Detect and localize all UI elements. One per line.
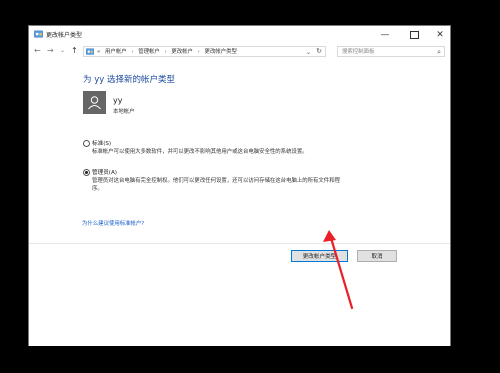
window-title: 更改帐户类型 bbox=[46, 32, 83, 39]
user-account-type: 本地帐户 bbox=[113, 109, 135, 115]
change-account-type-window: 更改帐户类型 — ✕ ← → ⌄ ↑ « 用户帐户 › 管理帐户 › 更改帐户 … bbox=[28, 25, 451, 346]
breadcrumb-item-user-accounts[interactable]: 用户帐户 bbox=[105, 49, 127, 55]
why-standard-account-link[interactable]: 为什么建议使用标准帐户? bbox=[82, 219, 144, 227]
minimize-icon: — bbox=[380, 30, 390, 40]
administrator-radio[interactable] bbox=[83, 169, 90, 176]
breadcrumb-item-change-account[interactable]: 更改帐户 bbox=[171, 49, 193, 55]
search-input[interactable]: 搜索控制面板 ⌕ bbox=[337, 46, 445, 57]
standard-radio[interactable] bbox=[83, 140, 90, 147]
control-panel-icon bbox=[34, 30, 43, 38]
refresh-icon[interactable]: ↻ bbox=[316, 47, 322, 56]
cancel-button[interactable]: 取消 bbox=[357, 250, 397, 262]
administrator-option-description: 管理员对这台电脑有完全控制权。他们可以更改任何设置，还可以访问存储在这台电脑上的… bbox=[92, 178, 340, 184]
main-content: 为 yy 选择新的帐户类型 yy 本地帐户 标准(S) 标准帐户可以使用大多数软… bbox=[29, 59, 450, 346]
breadcrumb-separator: › bbox=[131, 49, 134, 55]
address-field[interactable]: « 用户帐户 › 管理帐户 › 更改帐户 › 更改帐户类型 ⌄ ↻ bbox=[83, 46, 326, 57]
recent-locations-button[interactable]: ⌄ bbox=[60, 47, 65, 55]
avatar bbox=[83, 91, 106, 114]
change-account-type-button[interactable]: 更改帐户类型 bbox=[291, 250, 348, 262]
breadcrumb-item-change-account-type[interactable]: 更改帐户类型 bbox=[205, 49, 237, 55]
user-name: yy bbox=[113, 96, 123, 105]
maximize-icon bbox=[409, 31, 419, 39]
standard-option-description: 标准帐户可以使用大多数软件，并可以更改不影响其他用户或这台电脑安全性的系统设置。 bbox=[92, 149, 308, 155]
administrator-option-description-continued: 序。 bbox=[92, 186, 103, 192]
breadcrumb-separator: › bbox=[164, 49, 167, 55]
breadcrumb-separator: › bbox=[197, 49, 200, 55]
breadcrumb-overflow[interactable]: « bbox=[97, 49, 100, 55]
close-icon: ✕ bbox=[436, 30, 444, 40]
control-panel-icon bbox=[86, 48, 94, 55]
standard-option-label[interactable]: 标准(S) bbox=[92, 139, 111, 147]
search-placeholder: 搜索控制面板 bbox=[342, 49, 375, 55]
up-button[interactable]: ↑ bbox=[71, 47, 78, 55]
user-icon bbox=[88, 96, 101, 110]
maximize-button[interactable] bbox=[401, 26, 427, 44]
address-bar: ← → ⌄ ↑ « 用户帐户 › 管理帐户 › 更改帐户 › 更改帐户类型 ⌄ … bbox=[29, 44, 450, 59]
search-icon[interactable]: ⌕ bbox=[437, 48, 441, 57]
close-button[interactable]: ✕ bbox=[427, 26, 453, 44]
title-bar: 更改帐户类型 — ✕ bbox=[29, 26, 450, 44]
forward-button[interactable]: → bbox=[47, 47, 54, 55]
divider bbox=[29, 243, 450, 244]
minimize-button[interactable]: — bbox=[372, 26, 398, 44]
back-button[interactable]: ← bbox=[34, 47, 41, 55]
breadcrumb-item-manage-accounts[interactable]: 管理帐户 bbox=[138, 49, 160, 55]
breadcrumb: « 用户帐户 › 管理帐户 › 更改帐户 › 更改帐户类型 bbox=[97, 48, 240, 57]
administrator-option-label[interactable]: 管理员(A) bbox=[92, 168, 117, 176]
address-dropdown-icon[interactable]: ⌄ bbox=[306, 48, 311, 57]
page-title: 为 yy 选择新的帐户类型 bbox=[83, 75, 175, 85]
